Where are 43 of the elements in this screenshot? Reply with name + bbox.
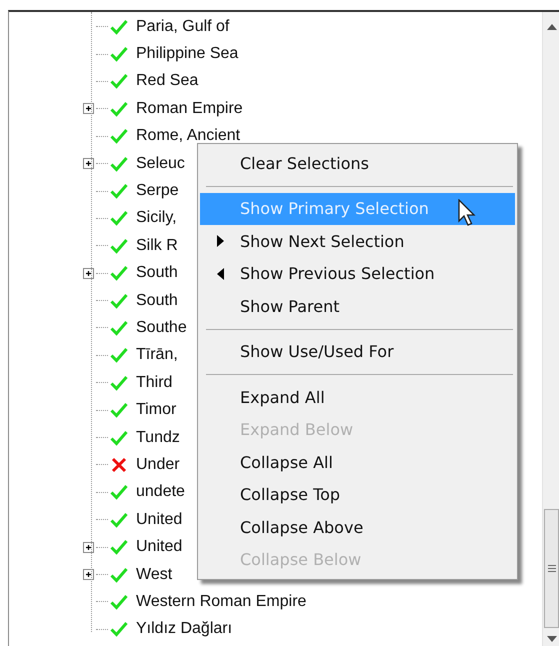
- tree-item[interactable]: Paria, Gulf of: [136, 18, 230, 36]
- tree-item[interactable]: Third: [136, 374, 172, 392]
- tree-item[interactable]: Sicily,: [136, 209, 177, 228]
- mouse-pointer-icon: [458, 198, 478, 226]
- tree-item[interactable]: South: [136, 264, 178, 282]
- expand-icon[interactable]: [83, 569, 94, 580]
- menu-item[interactable]: Collapse Top: [200, 478, 515, 511]
- scrollbar[interactable]: [542, 12, 559, 646]
- tree-item[interactable]: Southe: [136, 318, 187, 337]
- tree-item[interactable]: undete: [136, 483, 185, 502]
- expand-icon[interactable]: [83, 103, 94, 114]
- tree-item[interactable]: Seleuc: [136, 154, 185, 173]
- menu-item[interactable]: Collapse All: [200, 446, 515, 478]
- scroll-down-icon[interactable]: [546, 636, 556, 642]
- tree-item[interactable]: Roman Empire: [136, 100, 243, 118]
- tree-item[interactable]: Western Roman Empire: [136, 592, 306, 611]
- tree-item[interactable]: Red Sea: [136, 72, 198, 90]
- tree-item[interactable]: West: [136, 566, 172, 584]
- menu-item[interactable]: Show Parent: [200, 290, 515, 322]
- tree-item[interactable]: Tundz: [136, 428, 180, 447]
- grip-icon: [548, 565, 556, 572]
- menu-item[interactable]: Show Use/Used For: [200, 336, 515, 368]
- tree-item[interactable]: Timor: [136, 401, 176, 420]
- tree-item[interactable]: Yıldız Dağları: [136, 620, 232, 638]
- scroll-thumb[interactable]: [544, 509, 559, 628]
- tree-item[interactable]: Serpe: [136, 182, 179, 200]
- tree-item[interactable]: South: [136, 292, 178, 310]
- expand-icon[interactable]: [83, 268, 94, 279]
- menu-item[interactable]: Show Next Selection: [200, 225, 515, 258]
- expand-icon[interactable]: [83, 542, 94, 553]
- tree-item[interactable]: Philippine Sea: [136, 45, 238, 64]
- menu-item[interactable]: Expand All: [200, 381, 515, 414]
- tree-item[interactable]: United: [136, 538, 182, 556]
- menu-item[interactable]: Clear Selections: [200, 147, 515, 180]
- expand-icon[interactable]: [83, 158, 94, 170]
- tree-item[interactable]: United: [136, 510, 182, 529]
- scroll-up-icon[interactable]: [546, 24, 556, 30]
- tree-item[interactable]: Rome, Ancient: [136, 127, 240, 146]
- tree-item[interactable]: Under: [136, 456, 180, 474]
- menu-item[interactable]: Show Previous Selection: [200, 258, 515, 290]
- tree-item[interactable]: Silk R: [136, 236, 178, 255]
- menu-item[interactable]: Collapse Above: [200, 511, 515, 544]
- tree-item[interactable]: Tīrān,: [136, 346, 178, 364]
